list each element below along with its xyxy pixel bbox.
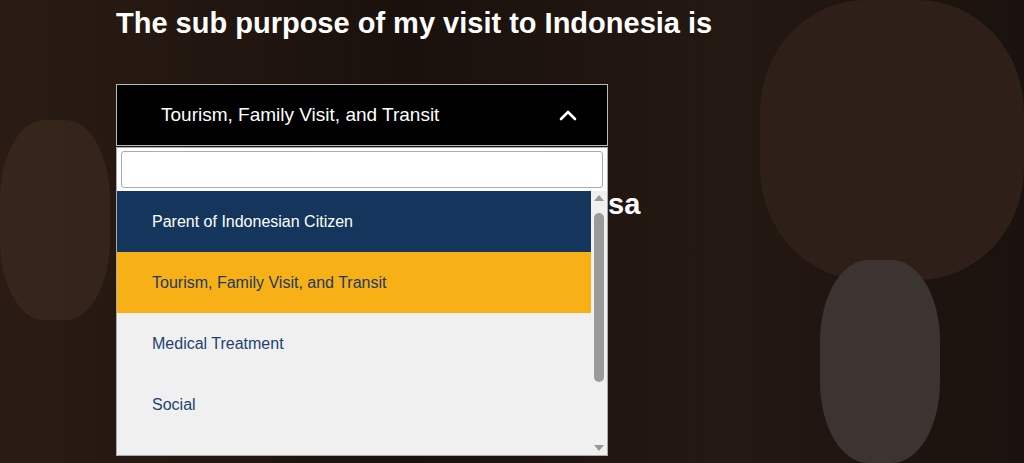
scrollbar-thumb[interactable] [594, 213, 604, 382]
scrollbar[interactable] [591, 191, 607, 455]
select-value: Tourism, Family Visit, and Transit [161, 104, 439, 126]
page: The sub purpose of my visit to Indonesia… [0, 0, 1024, 463]
option-list: Parent of Indonesian CitizenTourism, Fam… [117, 191, 591, 455]
option-item[interactable]: Tourism, Family Visit, and Transit [117, 252, 591, 313]
dropdown-panel: Parent of Indonesian CitizenTourism, Fam… [116, 147, 608, 456]
heading: The sub purpose of my visit to Indonesia… [116, 6, 1024, 40]
sub-purpose-select[interactable]: Tourism, Family Visit, and Transit [116, 84, 608, 146]
chevron-icon[interactable] [559, 109, 577, 121]
option-item[interactable]: Social [117, 374, 591, 435]
scroll-down-icon[interactable] [594, 445, 604, 451]
scroll-up-icon[interactable] [594, 195, 604, 201]
search-input[interactable] [121, 151, 603, 188]
option-item[interactable]: Parent of Indonesian Citizen [117, 191, 591, 252]
option-item[interactable]: Medical Treatment [117, 313, 591, 374]
